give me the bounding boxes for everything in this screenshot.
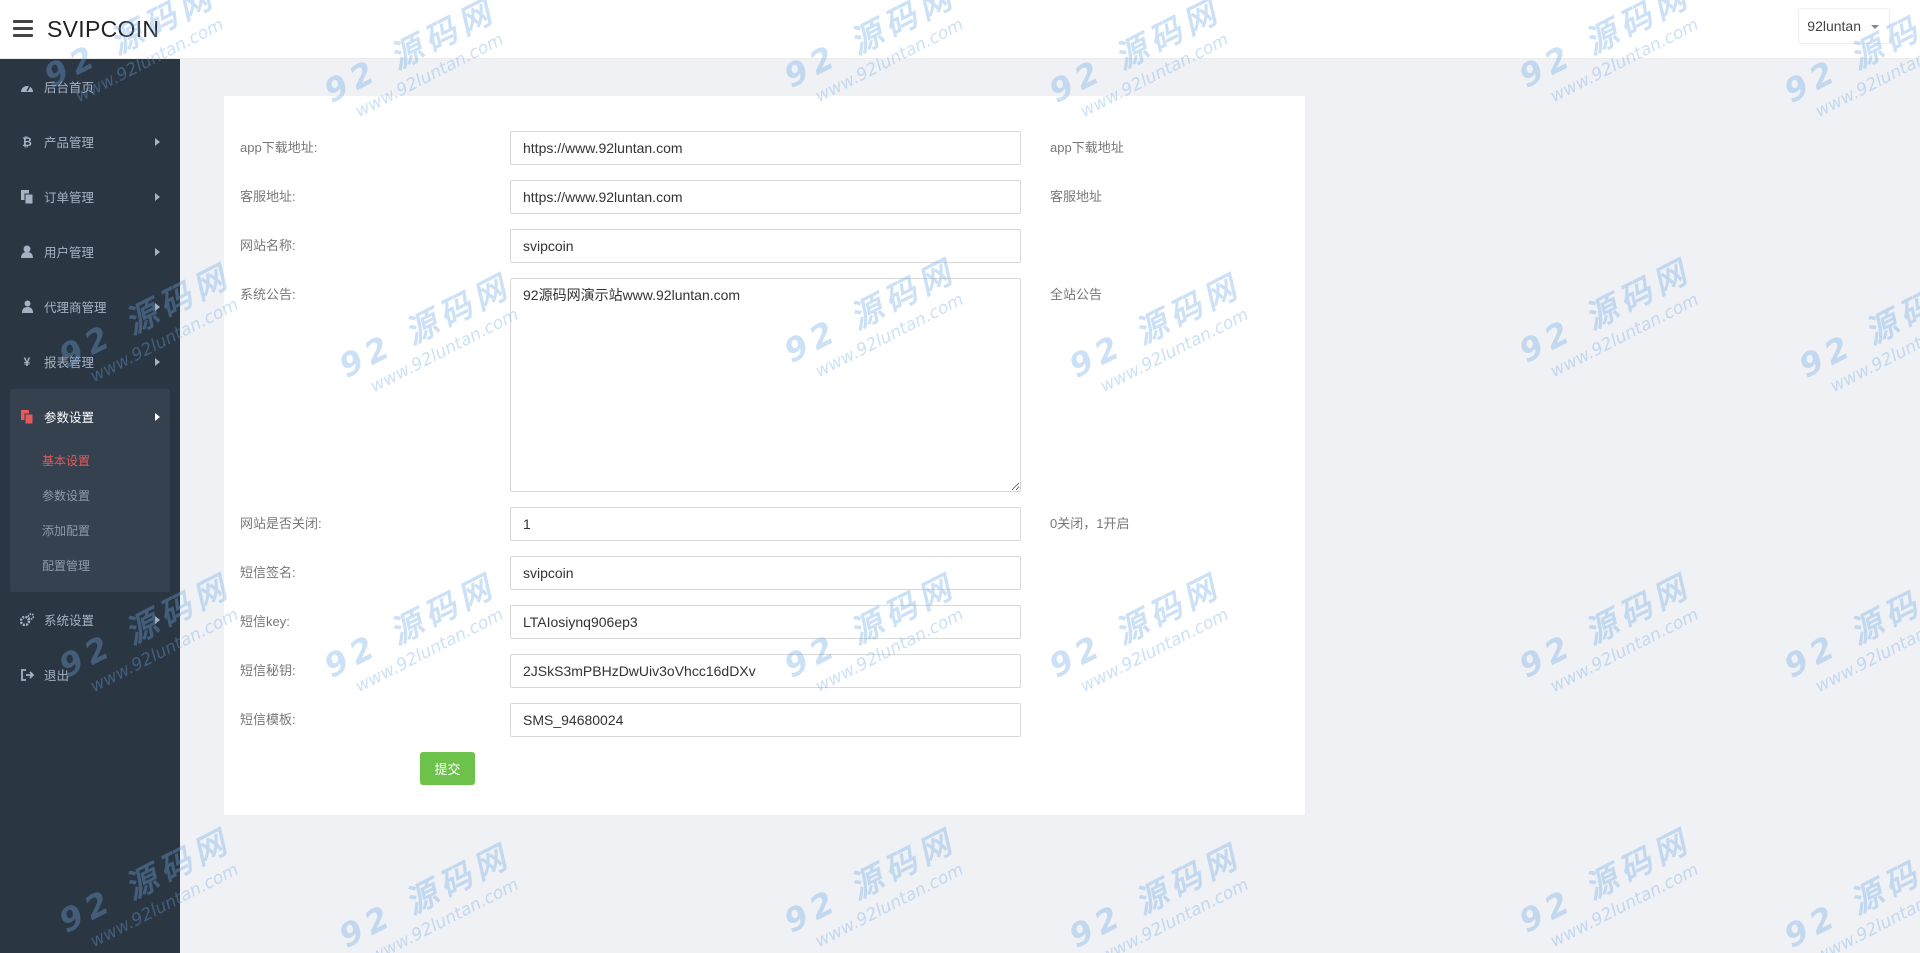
customer-service-url-input[interactable] <box>510 180 1021 214</box>
yen-icon: ¥ <box>23 354 31 369</box>
sms-signature-input[interactable] <box>510 556 1021 590</box>
sms-key-input[interactable] <box>510 605 1021 639</box>
field-label: 网站是否关闭: <box>240 516 322 531</box>
dashboard-icon <box>20 80 34 94</box>
watermark: 92 源码网 www.92luntan.com <box>777 821 967 952</box>
field-label: app下载地址: <box>240 140 318 155</box>
caret-right-icon <box>155 413 160 421</box>
sidebar-sublist: 基本设置 参数设置 添加配置 配置管理 <box>10 444 170 592</box>
watermark: 92 源码网 www.92luntan.com <box>1777 836 1920 953</box>
sidebar-item-products[interactable]: ₿ 产品管理 <box>0 114 180 169</box>
hamburger-menu-icon[interactable] <box>13 20 33 38</box>
sidebar-item-logout[interactable]: 退出 <box>0 647 180 702</box>
watermark: 92 源码网 www.92luntan.com <box>1062 836 1252 953</box>
users-icon <box>20 300 34 314</box>
field-label: 网站名称: <box>240 238 296 253</box>
sidebar-item-dashboard[interactable]: 后台首页 <box>0 59 180 114</box>
sidebar-item-users[interactable]: 用户管理 <box>0 224 180 279</box>
copy-icon <box>20 189 34 204</box>
sidebar-item-label: 用户管理 <box>44 246 95 260</box>
field-label: 短信模板: <box>240 712 296 727</box>
cogs-icon <box>20 612 34 627</box>
sidebar-item-agents[interactable]: 代理商管理 <box>0 279 180 334</box>
watermark: 92 源码网 www.92luntan.com <box>1512 566 1702 697</box>
bitcoin-icon: ₿ <box>22 134 32 149</box>
field-label: 系统公告: <box>240 287 296 302</box>
sidebar-subitem-param-settings[interactable]: 参数设置 <box>10 479 170 514</box>
announcement-textarea[interactable]: 92源码网演示站www.92luntan.com <box>510 278 1021 492</box>
sidebar: 后台首页 ₿ 产品管理 订单管理 用户管理 代理商管理 ¥ 报表管理 参数设置 … <box>0 59 180 953</box>
field-help: 0关闭，1开启 <box>1050 516 1130 531</box>
sidebar-item-label: 订单管理 <box>44 191 95 205</box>
sidebar-subitem-basic-settings[interactable]: 基本设置 <box>10 444 170 479</box>
user-name: 92luntan <box>1807 18 1861 34</box>
field-label: 短信签名: <box>240 565 296 580</box>
watermark: 92 源码网 www.92luntan.com <box>332 836 522 953</box>
sidebar-item-label: 后台首页 <box>44 81 95 95</box>
app-download-url-input[interactable] <box>510 131 1021 165</box>
sidebar-subitem-config-manage[interactable]: 配置管理 <box>10 549 170 584</box>
caret-right-icon <box>155 616 160 624</box>
sidebar-subitem-add-config[interactable]: 添加配置 <box>10 514 170 549</box>
sidebar-item-reports[interactable]: ¥ 报表管理 <box>0 334 180 389</box>
brand-title[interactable]: SVIPCOIN <box>47 16 159 43</box>
sms-secret-input[interactable] <box>510 654 1021 688</box>
top-header: SVIPCOIN 92luntan <box>0 0 1920 59</box>
caret-right-icon <box>155 193 160 201</box>
field-label: 短信key: <box>240 614 290 629</box>
sidebar-group-params: 参数设置 基本设置 参数设置 添加配置 配置管理 <box>10 389 170 592</box>
field-help: app下载地址 <box>1050 140 1124 155</box>
watermark: 92 源码网 www.92luntan.com <box>1512 251 1702 382</box>
sign-out-icon <box>20 668 34 682</box>
caret-right-icon <box>155 303 160 311</box>
field-label: 短信秘钥: <box>240 663 296 678</box>
caret-right-icon <box>155 248 160 256</box>
sidebar-item-label: 产品管理 <box>44 136 95 150</box>
sidebar-item-label: 代理商管理 <box>44 301 107 315</box>
user-icon <box>20 245 34 259</box>
site-closed-input[interactable] <box>510 507 1021 541</box>
sidebar-item-label: 报表管理 <box>44 356 95 370</box>
caret-right-icon <box>155 138 160 146</box>
watermark: 92 源码网 www.92luntan.com <box>1792 266 1920 397</box>
sidebar-item-label: 系统设置 <box>44 614 95 628</box>
field-help: 全站公告 <box>1050 287 1103 302</box>
settings-form-panel: app下载地址: app下载地址 客服地址: 客服地址 网站名称: 系统公告: … <box>224 96 1305 815</box>
user-dropdown[interactable]: 92luntan <box>1798 8 1890 44</box>
caret-down-icon <box>1871 25 1879 29</box>
site-name-input[interactable] <box>510 229 1021 263</box>
submit-button[interactable]: 提交 <box>420 752 475 785</box>
files-icon <box>20 409 34 424</box>
sidebar-item-label: 参数设置 <box>44 411 95 425</box>
watermark: 92 源码网 www.92luntan.com <box>1512 821 1702 952</box>
caret-right-icon <box>155 358 160 366</box>
sms-template-input[interactable] <box>510 703 1021 737</box>
field-help: 客服地址 <box>1050 189 1103 204</box>
field-label: 客服地址: <box>240 189 296 204</box>
sidebar-item-label: 退出 <box>44 669 70 683</box>
sidebar-item-params[interactable]: 参数设置 <box>10 389 170 444</box>
sidebar-item-orders[interactable]: 订单管理 <box>0 169 180 224</box>
watermark: 92 源码网 www.92luntan.com <box>1777 566 1920 697</box>
sidebar-item-system[interactable]: 系统设置 <box>0 592 180 647</box>
